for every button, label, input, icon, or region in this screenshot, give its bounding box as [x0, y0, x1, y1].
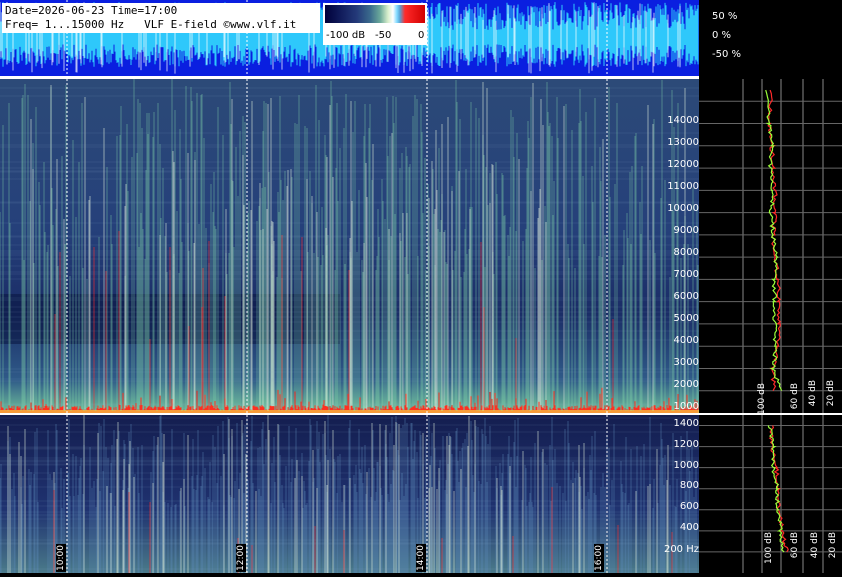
- freq-label: 9000: [673, 225, 699, 236]
- db-label: 40 dB: [810, 532, 820, 559]
- freq-label: 1400: [673, 418, 699, 429]
- db-label: 60 dB: [790, 532, 800, 559]
- freq-label: 13000: [667, 137, 699, 148]
- freq-label: 12000: [667, 159, 699, 170]
- freq-label: 7000: [673, 269, 699, 280]
- colorbar-tick-min: -100 dB: [326, 30, 366, 41]
- time-label-1000: 10:00: [56, 544, 66, 572]
- freq-label: 1000: [673, 401, 699, 412]
- freq-label: 3000: [673, 357, 699, 368]
- db-label: 100 dB: [757, 383, 767, 415]
- freq-label: 200 Hz: [663, 544, 699, 555]
- freq-label: 6000: [673, 291, 699, 302]
- freq-label: 11000: [667, 181, 699, 192]
- db-label: 20 dB: [828, 532, 838, 559]
- colorbar-gradient: [325, 5, 425, 23]
- freq-label: 1200: [673, 439, 699, 450]
- freq-label: 14000: [667, 115, 699, 126]
- freq-label: 2000: [673, 379, 699, 390]
- header-date-time: Date=2026-06-23 Time=17:00: [5, 4, 178, 17]
- percent-label-50: 50 %: [712, 11, 738, 22]
- colorbar: -100 dB -50 0: [323, 3, 427, 45]
- freq-label: 8000: [673, 247, 699, 258]
- freq-label: 1000: [673, 460, 699, 471]
- spectrum-profile-panel: [699, 76, 842, 573]
- freq-label: 600: [679, 501, 699, 512]
- colorbar-tick-mid: -50: [375, 30, 392, 41]
- colorbar-tick-max: 0: [418, 30, 425, 41]
- freq-label: 800: [679, 480, 699, 491]
- header-box: Date=2026-06-23 Time=17:00 Freq= 1...1500…: [2, 3, 320, 33]
- db-label: 40 dB: [808, 380, 818, 407]
- percent-label-0: 0 %: [712, 30, 732, 41]
- db-label: 100 dB: [764, 532, 774, 564]
- header-freq-info: Freq= 1...15000 Hz VLF E-field ©www.vlf.…: [5, 18, 297, 31]
- time-label-1200: 12:00: [236, 544, 246, 572]
- freq-label: 10000: [667, 203, 699, 214]
- percent-label-minus50: -50 %: [712, 49, 742, 60]
- freq-label: 5000: [673, 313, 699, 324]
- db-label: 60 dB: [790, 383, 800, 410]
- freq-label: 4000: [673, 335, 699, 346]
- freq-label: 400: [679, 522, 699, 533]
- spectrogram-upper: [0, 79, 699, 413]
- time-label-1600: 16:00: [594, 544, 604, 572]
- time-label-1400: 14:00: [416, 544, 426, 572]
- db-label: 20 dB: [826, 380, 836, 407]
